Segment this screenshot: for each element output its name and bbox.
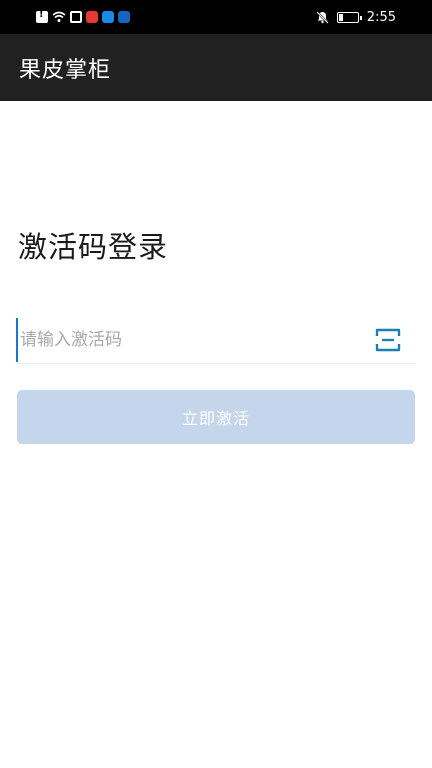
alert-icon	[36, 9, 48, 23]
blue-app-icon	[102, 11, 114, 23]
status-right: 2:55	[316, 10, 396, 25]
activation-code-input[interactable]	[16, 318, 370, 362]
edit-icon	[70, 11, 82, 23]
notifications-off-icon	[316, 10, 329, 24]
scan-icon[interactable]	[375, 327, 401, 353]
battery-icon	[336, 11, 362, 23]
lightbulb-icon	[118, 11, 130, 23]
app-title: 果皮掌柜	[19, 57, 112, 83]
wifi-icon	[52, 11, 66, 22]
app-bar: 果皮掌柜	[0, 34, 432, 101]
login-title: 激活码登录	[18, 230, 169, 264]
status-left	[36, 9, 130, 23]
status-bar: 2:55	[0, 0, 432, 34]
activate-button[interactable]: 立即激活	[17, 390, 415, 444]
activation-code-row	[16, 318, 415, 364]
red-app-icon	[86, 11, 98, 23]
status-time: 2:55	[366, 9, 396, 25]
